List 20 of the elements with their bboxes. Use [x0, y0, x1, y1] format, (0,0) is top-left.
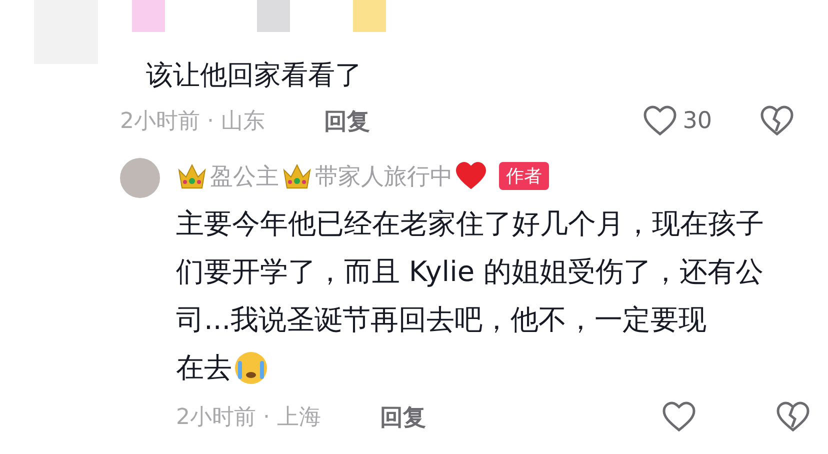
user-name: 带家人旅行中	[315, 162, 453, 192]
crying-emoji-icon	[234, 351, 268, 385]
heart-icon	[455, 161, 487, 191]
reply-link[interactable]: 回复	[324, 106, 370, 136]
broken-heart-icon[interactable]	[776, 401, 810, 433]
heart-icon[interactable]	[642, 105, 677, 137]
crown-icon	[176, 162, 208, 190]
crown-icon	[281, 162, 313, 190]
broken-heart-icon[interactable]	[760, 105, 794, 137]
comment-meta: 2小时前 · 山东	[120, 108, 266, 136]
avatar	[120, 158, 160, 198]
like-count: 30	[682, 108, 712, 134]
reply-meta: 2小时前 · 上海	[176, 404, 322, 432]
comment-text: 该让他回家看看了	[145, 59, 363, 93]
heart-icon[interactable]	[662, 401, 696, 433]
author-badge: 作者	[499, 162, 549, 190]
user-name: 盈公主	[210, 162, 279, 192]
reply-text: 主要今年他已经在老家住了好几个月，现在孩子们要开学了，而且 Kylie 的姐姐受伤了，还有公司...我说圣诞节再回去吧，他不，一定要现	[176, 206, 765, 338]
reply-link[interactable]: 回复	[380, 402, 426, 432]
reply-text: 在去	[176, 350, 232, 386]
